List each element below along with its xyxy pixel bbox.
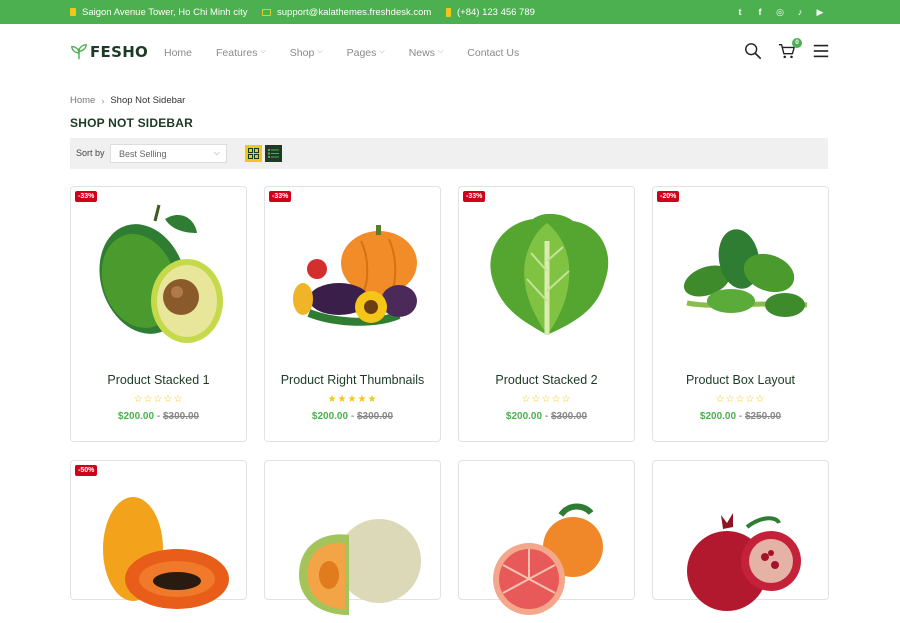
menu-icon[interactable]	[812, 42, 830, 60]
cart-button[interactable]: 0	[778, 38, 802, 60]
email-info[interactable]: support@kalathemes.freshdesk.com	[262, 0, 431, 24]
grid-icon	[248, 148, 259, 159]
shop-toolbar: Sort by Best Selling ⌵	[70, 138, 828, 169]
nav-label: Features	[216, 47, 258, 59]
nav-label: Pages	[346, 47, 377, 59]
mail-icon	[262, 8, 271, 16]
instagram-icon[interactable]: ◎	[775, 7, 785, 18]
phone-info[interactable]: (+84) 123 456 789	[446, 0, 535, 24]
chevron-down-icon: ⌵	[379, 48, 385, 55]
nav-item-pages[interactable]: Pages ⌵	[347, 47, 385, 59]
product-card[interactable]: -33% Product Stacked 1 ☆☆☆☆☆ $200.00 - $…	[70, 186, 247, 442]
old-price: $300.00	[162, 411, 200, 422]
youtube-icon[interactable]: ▶	[815, 7, 825, 18]
rating-stars: ☆☆☆☆☆	[521, 394, 572, 405]
search-icon[interactable]	[744, 42, 762, 60]
product-price: $200.00 - $300.00	[311, 411, 394, 422]
leaf-logo-icon	[71, 44, 87, 60]
nav-label: Home	[164, 47, 193, 59]
list-view-button[interactable]	[265, 145, 282, 162]
product-name[interactable]: Product Box Layout	[653, 373, 828, 387]
nav-item-news[interactable]: News ⌵	[409, 47, 444, 59]
list-icon	[268, 149, 279, 158]
product-card[interactable]: -50%	[70, 460, 247, 609]
old-price: $300.00	[356, 411, 394, 422]
chevron-down-icon: ⌵	[317, 48, 323, 55]
nav-label: Shop	[289, 47, 315, 59]
sale-price: $200.00	[117, 411, 155, 422]
nav-item-features[interactable]: Features ⌵	[216, 47, 266, 59]
sort-label: Sort by	[76, 148, 105, 158]
product-name[interactable]: Product Right Thumbnails	[265, 373, 440, 387]
chevron-down-icon: ⌵	[213, 148, 220, 157]
product-card[interactable]	[652, 460, 829, 611]
product-card[interactable]: -33% Product Stacked 2 ☆☆☆☆☆ $200.00 - $…	[458, 186, 635, 442]
grapefruit-image[interactable]	[473, 475, 621, 623]
product-price: $200.00 - $250.00	[699, 411, 782, 422]
phone-text[interactable]: (+84) 123 456 789	[457, 7, 535, 18]
pomegranate-image[interactable]	[667, 475, 815, 623]
sort-value: Best Selling	[119, 149, 167, 159]
nav-label: News	[408, 47, 435, 59]
logo-text: FESHO	[90, 43, 149, 61]
chevron-down-icon: ⌵	[260, 48, 266, 55]
old-price: $300.00	[550, 411, 588, 422]
product-price: $200.00 - $300.00	[505, 411, 588, 422]
nav-item-contact-us[interactable]: Contact Us	[467, 47, 519, 59]
sale-price: $200.00	[505, 411, 543, 422]
sort-select[interactable]: Best Selling ⌵	[110, 144, 227, 163]
location-icon	[70, 8, 76, 16]
vegetables-image[interactable]	[279, 201, 427, 349]
product-card[interactable]	[458, 460, 635, 615]
breadcrumb-separator: ›	[101, 95, 105, 106]
nav-label: Contact Us	[467, 47, 520, 59]
tiktok-icon[interactable]: ♪	[795, 7, 805, 17]
social-links: t f ◎ ♪ ▶	[735, 0, 825, 24]
rating-stars: ★★★★★	[327, 394, 378, 405]
page-title: SHOP NOT SIDEBAR	[70, 116, 193, 130]
twitter-icon[interactable]: t	[735, 7, 745, 17]
spinach-image[interactable]	[667, 201, 815, 349]
product-name[interactable]: Product Stacked 1	[71, 373, 246, 387]
avocado-image[interactable]	[85, 201, 233, 349]
facebook-icon[interactable]: f	[755, 7, 765, 17]
sale-price: $200.00	[311, 411, 349, 422]
rating-stars: ☆☆☆☆☆	[715, 394, 766, 405]
nav-item-home[interactable]: Home	[164, 47, 192, 59]
product-card[interactable]: -20% Product Box Layout ☆☆☆☆☆ $200.00 - …	[652, 186, 829, 442]
melon-image[interactable]	[279, 475, 427, 623]
cart-count-badge: 0	[792, 38, 802, 48]
top-bar: Saigon Avenue Tower, Ho Chi Minh city su…	[0, 0, 900, 24]
product-card[interactable]: -33% Product Right Thumbnails ★★★★★ $200…	[264, 186, 441, 442]
nav-item-shop[interactable]: Shop ⌵	[290, 47, 323, 59]
old-price: $250.00	[744, 411, 782, 422]
lettuce-image[interactable]	[473, 201, 621, 349]
breadcrumb-home-link[interactable]: Home	[70, 95, 95, 106]
product-price: $200.00 - $300.00	[117, 411, 200, 422]
rating-stars: ☆☆☆☆☆	[133, 394, 184, 405]
grid-view-button[interactable]	[245, 145, 262, 162]
logo[interactable]: FESHO	[70, 43, 148, 61]
chevron-down-icon: ⌵	[437, 48, 444, 55]
header-actions: 0	[744, 38, 830, 60]
product-card[interactable]	[264, 460, 441, 615]
breadcrumb-current: Shop Not Sidebar	[110, 95, 186, 106]
product-name[interactable]: Product Stacked 2	[459, 373, 634, 387]
breadcrumb: Home › Shop Not Sidebar	[70, 95, 185, 106]
sale-price: $200.00	[699, 411, 737, 422]
main-nav: Home Features ⌵ Shop ⌵ Pages ⌵ News ⌵ Co…	[164, 44, 543, 62]
address-info: Saigon Avenue Tower, Ho Chi Minh city	[70, 0, 247, 24]
address-text: Saigon Avenue Tower, Ho Chi Minh city	[82, 6, 248, 18]
papaya-image[interactable]	[85, 475, 233, 623]
email-text[interactable]: support@kalathemes.freshdesk.com	[277, 7, 431, 18]
phone-icon	[446, 7, 451, 17]
